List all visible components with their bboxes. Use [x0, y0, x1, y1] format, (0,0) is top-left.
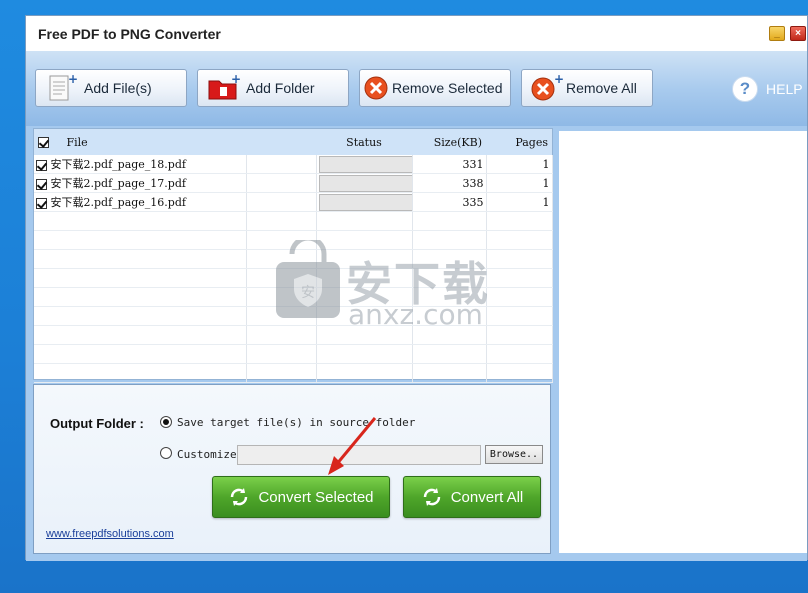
browse-button[interactable]: Browse..	[485, 445, 543, 464]
source-folder-label: Save target file(s) in source folder	[177, 416, 416, 429]
table-header: File Status Size(KB) Pages	[34, 129, 552, 155]
empty-row	[34, 363, 553, 383]
empty-row	[34, 268, 553, 288]
row-status-bar	[318, 155, 411, 173]
header-status: Status	[316, 129, 412, 155]
row-status-bar	[318, 193, 411, 211]
window-title: Free PDF to PNG Converter	[38, 26, 221, 42]
header-size: Size(KB)	[412, 129, 486, 155]
row-checkbox[interactable]	[36, 178, 47, 190]
convert-selected-label: Convert Selected	[258, 488, 374, 506]
empty-row	[34, 287, 553, 307]
add-files-label: Add File(s)	[84, 80, 152, 96]
add-files-button[interactable]: + Add File(s)	[35, 69, 187, 107]
remove-selected-button[interactable]: Remove Selected	[359, 69, 511, 107]
help-icon: ?	[732, 76, 758, 102]
row-size: 338	[412, 173, 487, 193]
table-row[interactable]: 安下载2.pdf_page_18.pdf 331 1	[34, 155, 553, 174]
title-bar: Free PDF to PNG Converter _ ×	[26, 16, 807, 51]
row-size: 335	[412, 192, 487, 212]
convert-all-icon	[423, 488, 440, 506]
remove-selected-label: Remove Selected	[392, 80, 503, 96]
convert-icon	[231, 488, 248, 506]
help-button[interactable]: ? HELP	[732, 76, 803, 102]
remove-all-button[interactable]: + Remove All	[521, 69, 653, 107]
empty-row	[34, 325, 553, 345]
add-folder-label: Add Folder	[246, 80, 315, 96]
remove-all-icon: +	[530, 72, 564, 103]
preview-panel	[559, 131, 807, 553]
row-size: 331	[412, 155, 487, 174]
row-pages: 1	[486, 155, 553, 174]
customize-label: Customize	[177, 448, 237, 461]
svg-text:+: +	[554, 73, 564, 86]
custom-folder-input[interactable]	[237, 445, 481, 465]
output-panel: Output Folder : Save target file(s) in s…	[33, 384, 551, 554]
empty-row	[34, 249, 553, 269]
source-folder-radio[interactable]	[160, 416, 172, 428]
header-file: File	[66, 135, 88, 149]
table-row[interactable]: 安下载2.pdf_page_16.pdf 335 1	[34, 192, 553, 212]
header-pages: Pages	[486, 129, 552, 155]
app-window: Free PDF to PNG Converter _ × + Add File…	[25, 15, 808, 561]
remove-icon	[362, 73, 390, 103]
folder-icon: +	[206, 72, 241, 103]
row-filename: 安下载2.pdf_page_18.pdf	[50, 158, 186, 171]
toolbar: + Add File(s) + Add Folder Remove Select…	[26, 51, 807, 126]
add-file-icon: +	[44, 72, 78, 103]
empty-row	[34, 344, 553, 364]
help-label: HELP	[766, 81, 803, 97]
row-filename: 安下载2.pdf_page_16.pdf	[50, 196, 186, 209]
row-pages: 1	[486, 173, 553, 193]
output-folder-label: Output Folder :	[50, 416, 144, 431]
row-checkbox[interactable]	[36, 197, 47, 209]
website-link[interactable]: www.freepdfsolutions.com	[46, 528, 174, 540]
select-all-checkbox[interactable]	[38, 137, 49, 148]
svg-text:+: +	[68, 73, 78, 86]
header-file-cell: File	[34, 129, 246, 155]
convert-all-button[interactable]: Convert All	[403, 476, 541, 518]
svg-text:+: +	[231, 73, 240, 86]
row-status-bar	[318, 174, 411, 192]
row-pages: 1	[486, 192, 553, 212]
main-content: File Status Size(KB) Pages 安下载2.pdf_page…	[26, 126, 807, 561]
convert-selected-button[interactable]: Convert Selected	[212, 476, 390, 518]
row-checkbox[interactable]	[36, 159, 47, 171]
empty-row	[34, 230, 553, 250]
table-row[interactable]: 安下载2.pdf_page_17.pdf 338 1	[34, 173, 553, 193]
empty-row	[34, 211, 553, 231]
header-empty	[246, 129, 316, 155]
convert-all-label: Convert All	[450, 488, 524, 506]
row-filename: 安下载2.pdf_page_17.pdf	[50, 177, 186, 190]
close-button[interactable]: ×	[790, 26, 806, 41]
empty-row	[34, 306, 553, 326]
minimize-button[interactable]: _	[769, 26, 785, 41]
add-folder-button[interactable]: + Add Folder	[197, 69, 349, 107]
customize-radio[interactable]	[160, 447, 172, 459]
file-list-panel: File Status Size(KB) Pages 安下载2.pdf_page…	[33, 128, 553, 383]
file-table: File Status Size(KB) Pages 安下载2.pdf_page…	[34, 129, 553, 383]
remove-all-label: Remove All	[566, 80, 637, 96]
